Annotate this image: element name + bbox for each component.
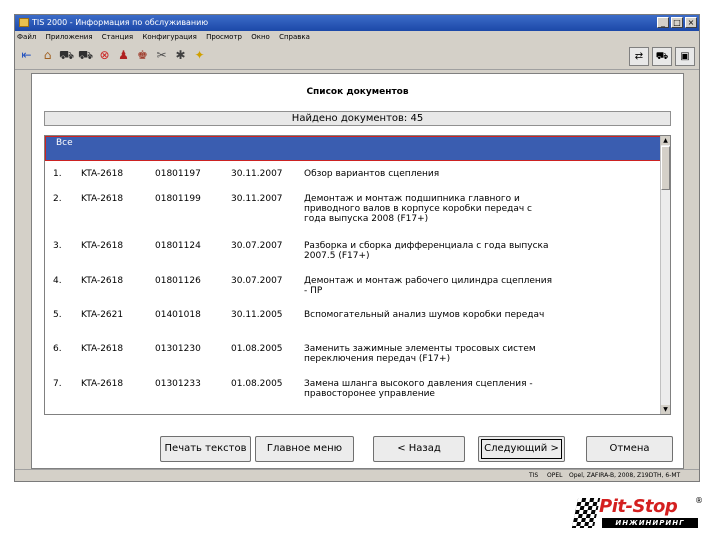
- row-date: 30.07.2007: [231, 276, 283, 286]
- next-button[interactable]: Следующий >: [478, 436, 565, 462]
- menu-file[interactable]: Файл: [17, 33, 36, 41]
- row-date: 30.11.2007: [231, 194, 283, 204]
- row-code: KTA-2618: [81, 276, 124, 286]
- registered-mark: ®: [695, 496, 703, 505]
- row-date: 01.08.2005: [231, 379, 283, 389]
- window-title: TIS 2000 - Информация по обслуживанию: [32, 18, 209, 27]
- print-texts-button[interactable]: Печать текстов: [160, 436, 251, 462]
- list-scrollbar[interactable]: ▲ ▼: [660, 136, 670, 414]
- application-window: TIS 2000 - Информация по обслуживанию _ …: [14, 14, 700, 482]
- row-title: Вспомогательный анализ шумов коробки пер…: [304, 310, 545, 320]
- row-number: 5.: [53, 310, 62, 320]
- cancel-button[interactable]: Отмена: [586, 436, 673, 462]
- row-document-id: 01801197: [155, 169, 201, 179]
- close-window-button[interactable]: ×: [685, 17, 697, 28]
- title-bar: TIS 2000 - Информация по обслуживанию _ …: [15, 15, 699, 31]
- computer-icon[interactable]: ▣: [675, 47, 695, 66]
- status-bar: TIS OPEL Opel, ZAFIRA-B, 2008, Z19DTH, 6…: [15, 469, 699, 481]
- minimize-button[interactable]: _: [657, 17, 669, 28]
- settings-icon[interactable]: ✱: [173, 48, 188, 63]
- documents-panel: Список документов Найдено документов: 45…: [31, 73, 684, 469]
- menu-bar: Файл Приложения Станция Конфигурация Про…: [15, 31, 699, 44]
- status-vehicle: Opel, ZAFIRA-B, 2008, Z19DTH, 6-МТ: [569, 472, 681, 479]
- home-icon[interactable]: ⌂: [40, 48, 55, 63]
- page-title: Список документов: [306, 87, 409, 97]
- network-icon[interactable]: ⇄: [629, 47, 649, 66]
- menu-view[interactable]: Просмотр: [206, 33, 242, 41]
- menu-configuration[interactable]: Конфигурация: [142, 33, 196, 41]
- row-date: 30.11.2005: [231, 310, 283, 320]
- exit-door-icon[interactable]: ⇤: [19, 48, 34, 63]
- car-list-icon[interactable]: ⛟: [78, 48, 93, 63]
- main-menu-button[interactable]: Главное меню: [255, 436, 354, 462]
- menu-help[interactable]: Справка: [279, 33, 310, 41]
- status-tis: TIS: [529, 472, 539, 479]
- row-number: 1.: [53, 169, 62, 179]
- lightbulb-icon[interactable]: ✦: [192, 48, 207, 63]
- tools-icon[interactable]: ✂: [154, 48, 169, 63]
- row-document-id: 01801126: [155, 276, 201, 286]
- row-number: 2.: [53, 194, 62, 204]
- checkered-flag-icon: [571, 498, 601, 528]
- row-number: 4.: [53, 276, 62, 286]
- row-title: Замена шланга высокого давления сцеплени…: [304, 379, 533, 399]
- row-code: KTA-2618: [81, 379, 124, 389]
- row-date: 01.08.2005: [231, 344, 283, 354]
- mechanic-icon[interactable]: ♟: [116, 48, 131, 63]
- row-title: Разборка и сборка дифференциала с года в…: [304, 241, 549, 261]
- document-list: Все 1. KTA-2618 01801197 30.11.2007 Обзо…: [44, 135, 671, 415]
- row-number: 3.: [53, 241, 62, 251]
- logo-brand: Pit-Stop: [599, 496, 678, 517]
- back-button[interactable]: < Назад: [373, 436, 465, 462]
- row-title: Демонтаж и монтаж подшипника главного и …: [304, 194, 532, 224]
- vehicle-diagnostic-icon[interactable]: ⛟: [652, 47, 672, 66]
- row-document-id: 01801199: [155, 194, 201, 204]
- logo-subtitle: ИНЖИНИРИНГ: [602, 518, 698, 528]
- technician-icon[interactable]: ♚: [135, 48, 150, 63]
- row-document-id: 01801124: [155, 241, 201, 251]
- stop-icon[interactable]: ⊗: [97, 48, 112, 63]
- documents-found-count: Найдено документов: 45: [44, 111, 671, 126]
- scroll-up-icon[interactable]: ▲: [661, 136, 670, 145]
- row-code: KTA-2621: [81, 310, 124, 320]
- scrollbar-thumb[interactable]: [661, 146, 670, 190]
- toolbar: ⇤ ⌂ ⛟ ⛟ ⊗ ♟ ♚ ✂ ✱ ✦ ⇄ ⛟ ▣: [15, 44, 699, 70]
- row-date: 30.07.2007: [231, 241, 283, 251]
- row-document-id: 01301230: [155, 344, 201, 354]
- status-make: OPEL: [547, 472, 563, 479]
- row-document-id: 01401018: [155, 310, 201, 320]
- row-document-id: 01301233: [155, 379, 201, 389]
- row-code: KTA-2618: [81, 194, 124, 204]
- row-title: Обзор вариантов сцепления: [304, 169, 440, 179]
- menu-applications[interactable]: Приложения: [46, 33, 93, 41]
- scroll-down-icon[interactable]: ▼: [661, 405, 670, 414]
- list-header-all[interactable]: Все: [45, 136, 661, 161]
- app-icon: [19, 18, 29, 27]
- car-icon[interactable]: ⛟: [59, 48, 74, 63]
- row-code: KTA-2618: [81, 169, 124, 179]
- row-title: Заменить зажимные элементы тросовых сист…: [304, 344, 536, 364]
- row-title: Демонтаж и монтаж рабочего цилиндра сцеп…: [304, 276, 553, 296]
- row-code: KTA-2618: [81, 344, 124, 354]
- menu-window[interactable]: Окно: [251, 33, 270, 41]
- row-number: 7.: [53, 379, 62, 389]
- maximize-button[interactable]: □: [671, 17, 683, 28]
- row-date: 30.11.2007: [231, 169, 283, 179]
- row-number: 6.: [53, 344, 62, 354]
- menu-station[interactable]: Станция: [102, 33, 133, 41]
- pit-stop-logo: Pit-Stop ® ИНЖИНИРИНГ: [571, 496, 705, 534]
- row-code: KTA-2618: [81, 241, 124, 251]
